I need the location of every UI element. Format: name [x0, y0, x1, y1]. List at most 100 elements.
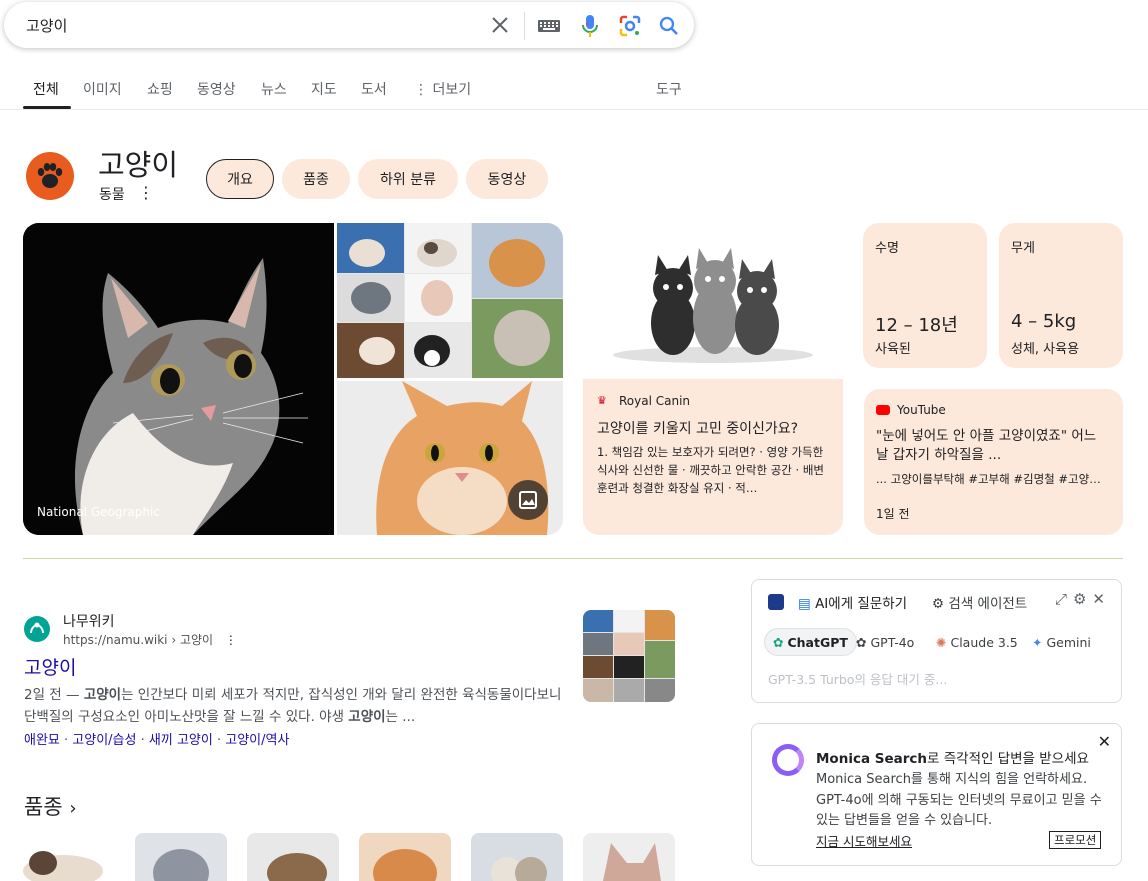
sitelink[interactable]: 새끼 고양이 [149, 733, 213, 748]
claude-icon: ✺ [936, 634, 947, 650]
result-sitelinks: 애완묘 · 고양이/습성 · 새끼 고양이 · 고양이/역사 [24, 733, 290, 748]
weight-caption: 성체, 사육용 [1011, 342, 1080, 357]
ask-ai-tab[interactable]: ▤ AI에게 질문하기 [798, 592, 907, 612]
model-claude[interactable]: ✺ Claude 3.5 [930, 628, 1024, 656]
image-gallery-button[interactable] [508, 480, 548, 520]
extension-logo-icon [768, 594, 784, 610]
search-tabs: 전체 이미지 쇼핑 동영상 뉴스 지도 도서 ⋮ 더보기 도구 [0, 70, 1148, 110]
card-body: 1. 책임감 있는 보호자가 되려면? · 영양 가득한 식사와 신선한 물 ·… [597, 445, 824, 495]
image-caption: National Geographic [37, 505, 160, 519]
breed-card[interactable] [583, 833, 675, 881]
namu-wiki-favicon [24, 616, 50, 642]
kp-title: 고양이 [98, 148, 179, 182]
tab-news[interactable]: 뉴스 [261, 79, 287, 99]
chip-subcategory[interactable]: 하위 분류 [358, 159, 458, 199]
search-input[interactable]: 고양이 [26, 15, 67, 36]
chat-icon: ▤ [798, 596, 811, 612]
tab-images[interactable]: 이미지 [83, 79, 122, 99]
more-options-icon[interactable]: ⋮ [138, 183, 154, 202]
ai-waiting-text: GPT-3.5 Turbo의 응답 대기 중... [768, 672, 948, 687]
chip-overview[interactable]: 개요 [206, 159, 274, 199]
tab-shopping[interactable]: 쇼핑 [147, 79, 173, 99]
tab-videos[interactable]: 동영상 [197, 79, 236, 99]
search-icon[interactable] [657, 14, 681, 38]
sitelink[interactable]: 고양이/역사 [225, 733, 289, 748]
card-title: 고양이를 키울지 고민 중이신가요? [597, 421, 799, 437]
tab-maps[interactable]: 지도 [311, 79, 337, 99]
paw-icon [26, 152, 74, 200]
model-gemini[interactable]: ✦ Gemini [1026, 628, 1097, 656]
chip-breeds[interactable]: 품종 [282, 159, 350, 199]
search-bar[interactable]: 고양이 [4, 2, 694, 48]
card-source: YouTube [897, 403, 946, 417]
settings-icon[interactable]: ⚙ [1073, 590, 1092, 608]
breed-card[interactable] [247, 833, 339, 881]
breeds-heading[interactable]: 품종 › [24, 791, 77, 821]
tab-books[interactable]: 도서 [361, 79, 387, 99]
chevron-right-icon: › [69, 798, 77, 819]
openai-icon: ✿ [773, 634, 784, 650]
section-divider [23, 558, 1123, 559]
result-title-link[interactable]: 고양이 [24, 653, 76, 680]
royal-canin-logo-icon: ♛ [597, 394, 607, 407]
lifespan-card[interactable]: 수명 12 – 18년 사육된 [863, 223, 987, 368]
result-url[interactable]: https://namu.wiki › 고양이 ⋮ [63, 631, 237, 648]
keyboard-icon[interactable] [536, 14, 562, 38]
tab-all[interactable]: 전체 [33, 79, 59, 99]
tools-button[interactable]: 도구 [656, 79, 682, 99]
openai-icon: ✿ [856, 634, 867, 650]
result-snippet: 2일 전 — 고양이는 인간보다 미뢰 세포가 적지만, 잡식성인 개와 달리 … [24, 687, 562, 725]
card-source: Royal Canin [619, 394, 691, 408]
promo-title: Monica Search로 즉각적인 답변을 받으세요 [816, 751, 1089, 767]
result-site-name[interactable]: 나무위키 [63, 611, 115, 631]
close-icon[interactable]: ✕ [1092, 590, 1111, 608]
breed-card[interactable] [23, 833, 115, 881]
active-tab-indicator [23, 106, 71, 109]
google-lens-icon[interactable] [617, 13, 643, 39]
video-tags: ... 고양이를부탁해 #고부해 #김명철 #고양… [876, 472, 1101, 486]
ai-assistant-panel: ▤ AI에게 질문하기 ⚙ 검색 에이전트 ⤢⚙✕ ✿ ChatGPT ✿ GPT-… [751, 579, 1122, 703]
weight-value: 4 – 5kg [1011, 311, 1077, 332]
close-icon[interactable]: ✕ [1098, 732, 1111, 751]
kittens-image [583, 223, 843, 379]
promotion-badge[interactable]: 프로모션 [1049, 831, 1102, 849]
lifespan-label: 수명 [875, 241, 899, 256]
monica-promo-card: ✕ Monica Search로 즉각적인 답변을 받으세요 Monica Se… [751, 723, 1122, 866]
microphone-icon[interactable] [578, 13, 602, 39]
video-title: "눈에 넣어도 안 아플 고양이였죠" 어느 날 갑자기 하악질을 ... [876, 428, 1097, 463]
search-agent-tab[interactable]: ⚙ 검색 에이전트 [932, 592, 1027, 612]
youtube-card[interactable]: YouTube "눈에 넣어도 안 아플 고양이였죠" 어느 날 갑자기 하악질… [864, 389, 1123, 535]
model-chatgpt[interactable]: ✿ ChatGPT [764, 628, 857, 656]
promo-body: Monica Search를 통해 지식의 힘을 언락하세요. GPT-4o에 … [816, 772, 1102, 828]
youtube-icon [876, 405, 890, 415]
royal-canin-card[interactable]: ♛ Royal Canin 고양이를 키울지 고민 중이신가요? 1. 책임감 … [583, 223, 843, 535]
image-icon [519, 491, 537, 509]
weight-card[interactable]: 무게 4 – 5kg 성체, 사육용 [999, 223, 1123, 368]
cat-collage-image[interactable] [337, 223, 563, 378]
panel-controls: ⤢⚙✕ [1055, 590, 1111, 608]
close-icon[interactable] [488, 13, 512, 37]
search-divider [524, 12, 525, 40]
breed-card[interactable] [135, 833, 227, 881]
breed-card[interactable] [471, 833, 563, 881]
sitelink[interactable]: 애완묘 [24, 733, 60, 748]
kp-subtitle: 동물 [99, 187, 125, 203]
try-now-link[interactable]: 지금 시도해보세요 [816, 831, 912, 850]
sitelink[interactable]: 고양이/습성 [72, 733, 136, 748]
breed-card[interactable] [359, 833, 451, 881]
result-thumbnail[interactable] [583, 610, 675, 702]
monica-logo-icon [772, 744, 804, 776]
weight-label: 무게 [1011, 241, 1035, 256]
lifespan-caption: 사육된 [875, 342, 911, 357]
chip-videos[interactable]: 동영상 [466, 159, 548, 199]
video-age: 1일 전 [876, 507, 910, 521]
model-gpt4o[interactable]: ✿ GPT-4o [850, 628, 920, 656]
gear-icon: ⚙ [932, 596, 945, 612]
gemini-icon: ✦ [1032, 634, 1043, 650]
orange-cat-image[interactable] [337, 381, 563, 535]
lifespan-value: 12 – 18년 [875, 315, 958, 336]
expand-icon[interactable]: ⤢ [1055, 590, 1073, 608]
result-more-icon[interactable]: ⋮ [225, 633, 237, 647]
cat-main-image[interactable]: National Geographic [23, 223, 334, 535]
tab-more[interactable]: ⋮ 더보기 [414, 79, 471, 99]
